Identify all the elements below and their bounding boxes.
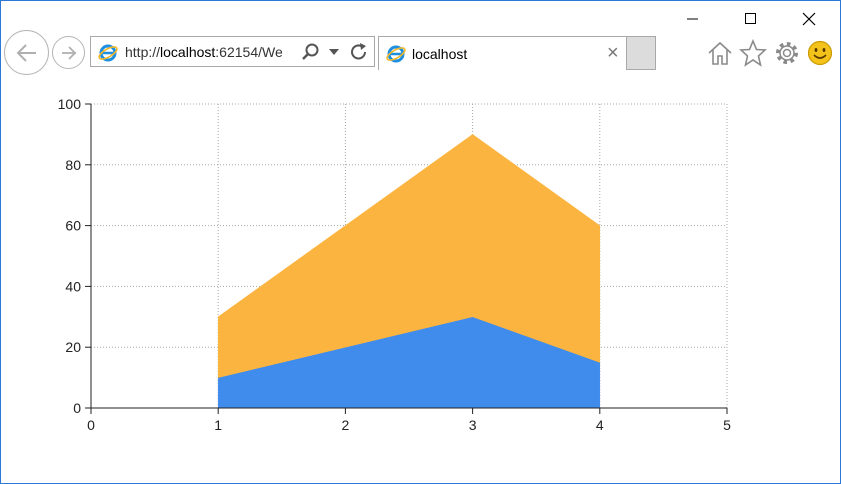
url-text[interactable]: http://localhost:62154/We xyxy=(125,44,297,60)
stacked-area-chart: 0 1 2 3 4 5 0 20 40 60 80 100 xyxy=(58,96,731,433)
back-button[interactable] xyxy=(4,30,49,75)
x-tick-label: 4 xyxy=(596,417,604,433)
tab-localhost[interactable]: localhost × xyxy=(378,36,627,70)
y-tick-label: 20 xyxy=(65,339,81,355)
tab-close-icon[interactable]: × xyxy=(607,42,619,65)
close-icon[interactable] xyxy=(786,5,832,33)
ie-logo-icon xyxy=(386,45,406,63)
x-tick-label: 5 xyxy=(723,417,731,433)
y-tick-label: 0 xyxy=(73,400,81,416)
x-tick-label: 3 xyxy=(469,417,477,433)
favorites-star-icon[interactable] xyxy=(739,39,767,67)
y-tick-label: 40 xyxy=(65,278,81,294)
minimize-icon[interactable] xyxy=(670,5,716,33)
browser-window: http://localhost:62154/We localhost × 0 … xyxy=(0,0,841,484)
home-icon[interactable] xyxy=(706,39,734,67)
x-tick-label: 1 xyxy=(214,417,222,433)
address-bar[interactable]: http://localhost:62154/We xyxy=(90,36,375,67)
maximize-icon[interactable] xyxy=(728,5,774,33)
y-tick-label: 100 xyxy=(58,96,82,112)
arrow-left-icon xyxy=(16,43,36,62)
smiley-feedback-icon[interactable] xyxy=(806,39,834,67)
x-tick-label: 0 xyxy=(87,417,95,433)
y-tick-label: 60 xyxy=(65,218,81,234)
forward-button[interactable] xyxy=(52,36,85,69)
arrow-right-icon xyxy=(61,45,76,60)
new-tab-button[interactable] xyxy=(627,36,656,70)
search-icon[interactable] xyxy=(302,43,320,61)
y-tick-label: 80 xyxy=(65,157,81,173)
dropdown-icon[interactable] xyxy=(329,49,339,57)
ie-logo-icon xyxy=(98,44,118,62)
tab-title: localhost xyxy=(412,46,468,62)
x-tick-label: 2 xyxy=(342,417,350,433)
refresh-icon[interactable] xyxy=(349,42,369,62)
settings-gear-icon[interactable] xyxy=(773,39,801,67)
